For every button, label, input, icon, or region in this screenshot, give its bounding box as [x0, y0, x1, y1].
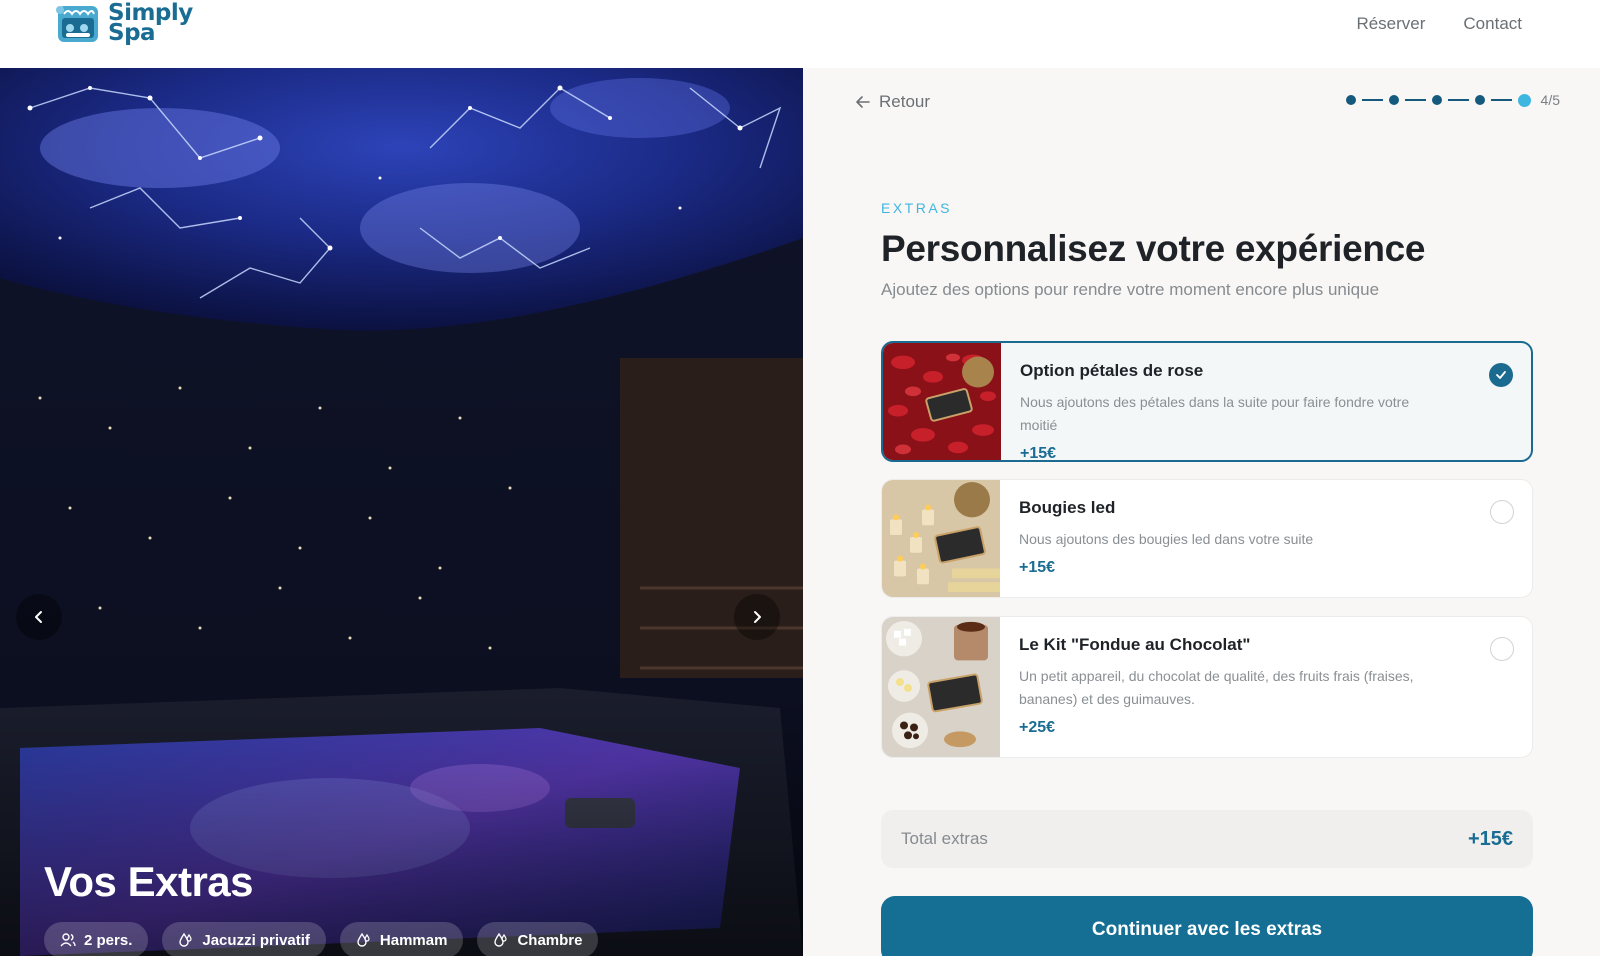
spa-logo-icon	[56, 6, 98, 42]
total-label: Total extras	[901, 829, 988, 848]
chip-label: Hammam	[379, 931, 448, 949]
step-connector	[1490, 99, 1512, 101]
chip-label: 2 pers.	[84, 931, 133, 949]
step-dot-2	[1388, 95, 1399, 105]
users-icon	[60, 933, 76, 947]
back-button[interactable]: Retour	[855, 92, 930, 112]
option-checkbox[interactable]	[1490, 500, 1514, 524]
option-price: +25€	[1019, 719, 1056, 736]
option-price: +15€	[1019, 559, 1056, 576]
led-candles-image	[882, 480, 1000, 597]
spa-room-photo	[0, 68, 803, 956]
page-title: Personnalisez votre expérience	[881, 228, 1426, 269]
step-connector	[1361, 99, 1383, 101]
logo[interactable]: Simply Spa	[54, 0, 193, 46]
option-body: Option pétales de rose Nous ajoutons des…	[1001, 343, 1531, 460]
chip-label: Chambre	[517, 931, 583, 949]
option-description: Un petit appareil, du chocolat de qualit…	[1019, 668, 1414, 707]
chip-chambre: Chambre	[477, 922, 599, 956]
step-dot-4	[1474, 95, 1485, 105]
option-name: Le Kit "Fondue au Chocolat"	[1019, 635, 1251, 654]
option-checkbox[interactable]	[1489, 363, 1513, 387]
droplets-icon	[494, 932, 508, 947]
step-dot-1	[1345, 95, 1356, 105]
back-label: Retour	[879, 92, 931, 111]
chip-guests: 2 pers.	[44, 922, 149, 956]
step-dot-3	[1431, 95, 1442, 105]
arrow-left-icon	[856, 96, 870, 108]
chip-label: Jacuzzi privatif	[202, 931, 310, 949]
page-subtitle: Ajoutez des options pour rendre votre mo…	[881, 280, 1380, 299]
chevron-left-icon	[35, 611, 42, 623]
extras-total: Total extras +15€	[881, 810, 1533, 868]
continue-button[interactable]: Continuer avec les extras	[881, 896, 1533, 956]
option-body: Bougies led Nous ajoutons des bougies le…	[1000, 480, 1532, 597]
main-nav: Réserver Contact	[1356, 14, 1522, 34]
droplets-icon	[357, 932, 370, 947]
step-progress: 4/5	[1345, 92, 1560, 108]
nav-reserver[interactable]: Réserver	[1356, 14, 1425, 34]
carousel-next-button[interactable]	[734, 594, 780, 640]
carousel-prev-button[interactable]	[16, 594, 62, 640]
option-rose-petals[interactable]: Option pétales de rose Nous ajoutons des…	[881, 341, 1533, 462]
step-connector	[1404, 99, 1426, 101]
total-value: +15€	[1467, 827, 1513, 850]
chip-hammam: Hammam	[339, 922, 464, 956]
chip-jacuzzi: Jacuzzi privatif	[162, 922, 326, 956]
option-description: Nous ajoutons des pétales dans la suite …	[1020, 394, 1410, 433]
chocolate-fondue-image	[882, 617, 1000, 757]
logo-text: Simply Spa	[108, 0, 193, 46]
step-connector	[1447, 99, 1469, 101]
step-count: 4/5	[1540, 92, 1560, 108]
amenity-chips: 2 pers. Jacuzzi privatif Hammam Chambre	[44, 922, 599, 956]
rose-petals-image	[883, 343, 1001, 460]
droplets-icon	[179, 932, 192, 947]
check-icon	[1496, 371, 1506, 379]
hero-title: Vos Extras	[44, 858, 254, 905]
option-description: Nous ajoutons des bougies led dans votre…	[1019, 531, 1314, 547]
step-dot-5	[1517, 93, 1531, 107]
option-body: Le Kit "Fondue au Chocolat" Un petit app…	[1000, 617, 1532, 757]
option-name: Bougies led	[1019, 498, 1116, 517]
option-chocolate-fondue[interactable]: Le Kit "Fondue au Chocolat" Un petit app…	[881, 616, 1533, 758]
option-checkbox[interactable]	[1490, 637, 1514, 661]
section-eyebrow: EXTRAS	[881, 200, 953, 216]
option-led-candles[interactable]: Bougies led Nous ajoutons des bougies le…	[881, 479, 1533, 598]
extras-panel: Retour 4/5 EXTRAS Personnalisez votre ex…	[803, 68, 1600, 956]
nav-contact[interactable]: Contact	[1463, 14, 1522, 34]
option-price: +15€	[1020, 445, 1057, 462]
chevron-right-icon	[754, 611, 761, 623]
site-header: Simply Spa Réserver Contact	[0, 0, 1600, 68]
hero-gallery	[0, 68, 803, 956]
option-name: Option pétales de rose	[1020, 361, 1204, 380]
